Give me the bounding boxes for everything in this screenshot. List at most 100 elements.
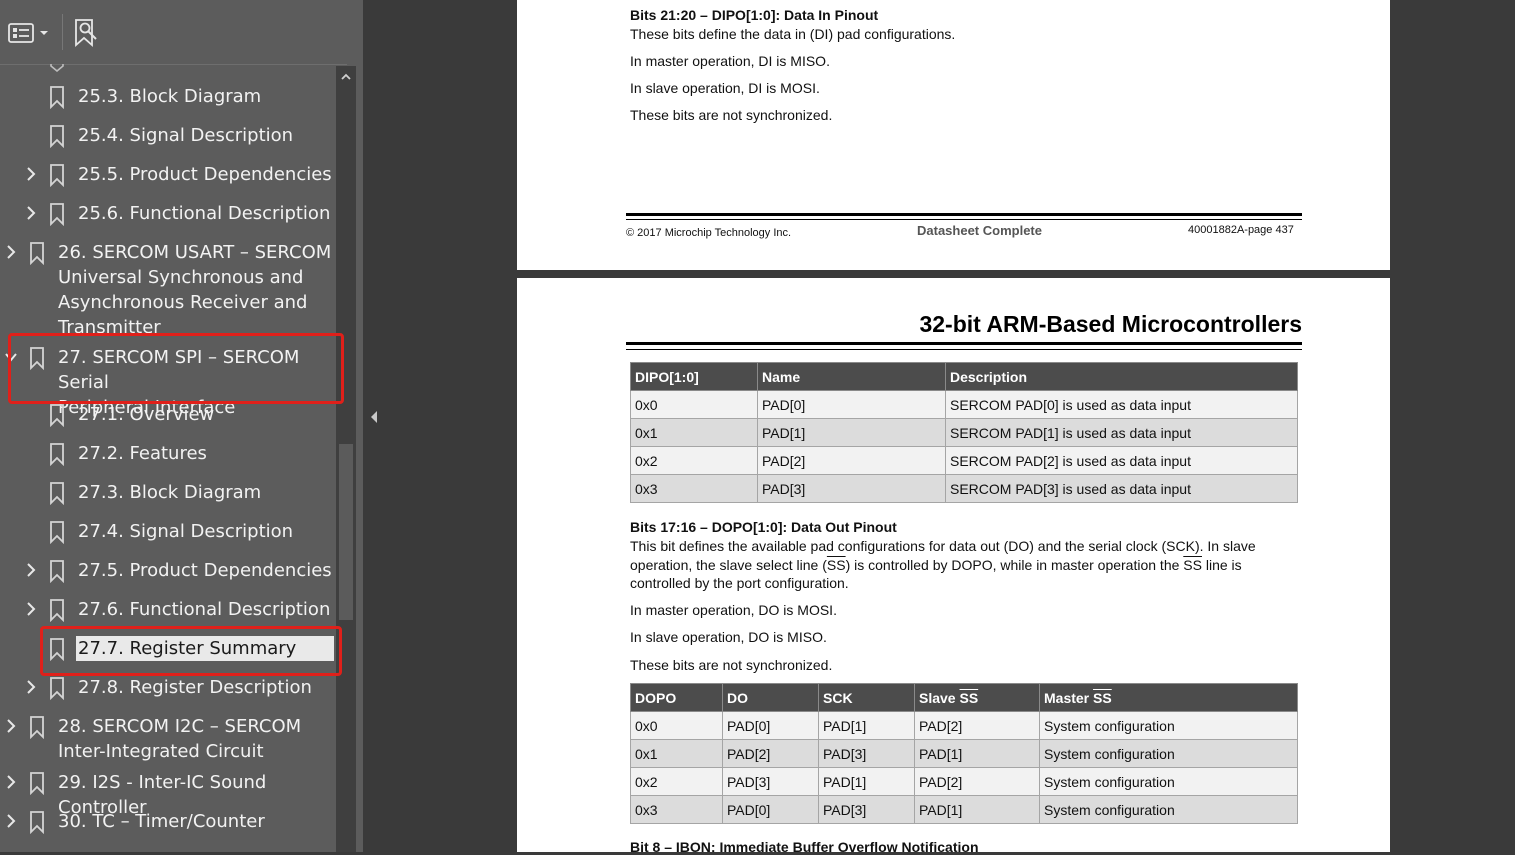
bookmarks-panel: 25.3. Block Diagram 25.4. Signal Descript… [0,0,364,852]
bookmark-label[interactable]: 25.4. Signal Description [78,123,333,148]
bookmark-label[interactable]: 27.7. Register Summary [76,636,334,661]
bookmark-label[interactable]: 25.6. Functional Description [78,201,333,226]
dipo-table: DIPO[1:0] Name Description 0x0 PAD[0] SERC… [630,362,1298,503]
dipo-desc-line: These bits define the data in (DI) pad c… [630,26,956,42]
scrollbar-thumb[interactable] [339,444,353,620]
bookmark-label[interactable]: 25.5. Product Dependencies [78,162,333,187]
table-cell: System configuration [1039,795,1298,824]
bookmark-icon [48,481,66,506]
table-cell: PAD[3] [818,795,915,824]
find-bookmark-button[interactable] [72,16,102,50]
table-cell: System configuration [1039,767,1298,796]
bookmark-icon [48,559,66,584]
chevron-right-icon[interactable] [24,203,38,223]
partial-bookmark-icon [48,64,66,73]
table-cell: PAD[2] [914,767,1040,796]
bookmark-icon [48,637,66,662]
table-header-row: DIPO[1:0] Name Description [630,362,1298,391]
table-row: 0x0 PAD[0] PAD[1] PAD[2] System configuratio… [630,711,1298,740]
bookmark-icon [48,676,66,701]
bookmark-label[interactable]: 25.3. Block Diagram [78,84,333,109]
table-cell: PAD[0] [722,795,819,824]
chevron-right-icon[interactable] [24,599,38,619]
chevron-right-icon[interactable] [24,164,38,184]
table-cell: System configuration [1039,739,1298,768]
chevron-down-icon [40,31,48,35]
dipo-master-line: In master operation, DI is MISO. [630,53,830,69]
table-cell: SERCOM PAD[0] is used as data input [945,390,1298,419]
bookmarks-scrollbar[interactable] [336,66,356,852]
bookmark-label[interactable]: 27.3. Block Diagram [78,480,333,505]
table-cell: 0x2 [630,767,723,796]
table-header-cell: Master SS [1039,683,1298,712]
table-cell: PAD[2] [757,446,946,475]
bookmark-icon [48,442,66,467]
chevron-right-icon[interactable] [24,560,38,580]
bookmark-label[interactable]: 30. TC – Timer/Counter [58,809,333,834]
table-cell: PAD[3] [757,474,946,503]
collapse-left-arrow-icon[interactable] [369,409,379,425]
bookmark-icon [28,715,46,740]
header-rule-thick [626,342,1302,345]
bookmark-label[interactable]: 27.1. Overview [78,402,333,427]
table-row: 0x2 PAD[3] PAD[1] PAD[2] System configuratio… [630,767,1298,796]
table-cell: 0x1 [630,418,758,447]
table-cell: PAD[1] [757,418,946,447]
table-row: 0x1 PAD[2] PAD[3] PAD[1] System configuratio… [630,739,1298,768]
footer-page-number: 40001882A-page 437 [1188,224,1294,236]
dipo-section-heading: Bits 21:20 – DIPO[1:0]: Data In Pinout [630,7,879,23]
bookmark-label[interactable]: 27.8. Register Description [78,675,333,700]
chevron-down-icon[interactable] [4,347,18,367]
table-cell: 0x3 [630,795,723,824]
bookmark-icon [48,403,66,428]
table-cell: PAD[1] [818,711,915,740]
table-header-cell: DO [722,683,819,712]
bookmarks-toolbar [0,0,347,65]
bookmark-label[interactable]: 26. SERCOM USART – SERCOM Universal Sync… [58,240,333,340]
scroll-up-arrow-icon[interactable] [339,70,353,84]
outline-options-button[interactable] [8,16,52,50]
dipo-slave-line: In slave operation, DI is MOSI. [630,80,820,96]
table-row: 0x3 PAD[3] SERCOM PAD[3] is used as data i… [630,474,1298,503]
chevron-right-icon[interactable] [4,811,18,831]
dopo-master-line: In master operation, DO is MOSI. [630,602,837,618]
panel-collapse-handle[interactable] [363,0,385,852]
chevron-right-icon[interactable] [4,242,18,262]
bookmark-icon [48,124,66,149]
table-row: 0x1 PAD[1] SERCOM PAD[1] is used as data i… [630,418,1298,447]
bookmark-label[interactable]: 27.5. Product Dependencies [78,558,333,583]
chevron-right-icon[interactable] [4,716,18,736]
bookmark-icon [28,346,46,371]
bookmark-icon [28,771,46,796]
bookmark-icon [28,810,46,835]
table-cell: System configuration [1039,711,1298,740]
table-header-cell: Slave SS [914,683,1040,712]
table-header-cell: DOPO [630,683,723,712]
table-row: 0x0 PAD[0] SERCOM PAD[0] is used as data i… [630,390,1298,419]
bookmark-label[interactable]: 27.2. Features [78,441,333,466]
table-cell: 0x0 [630,390,758,419]
bookmark-label[interactable]: 27.6. Functional Description [78,597,333,622]
bookmark-label[interactable]: 28. SERCOM I2C – SERCOM Inter-Integrated… [58,714,333,764]
text-span: Master [1044,689,1094,706]
bookmark-icon [48,163,66,188]
ss-signal: SS [1093,689,1112,706]
dopo-desc-line-2: operation, the slave select line (SS) is… [630,556,1242,575]
header-rule-thin [626,349,1302,350]
table-cell: PAD[3] [722,767,819,796]
text-span: Slave [919,689,960,706]
chevron-right-icon[interactable] [4,772,18,792]
bookmark-label[interactable]: 27.4. Signal Description [78,519,333,544]
chevron-right-icon[interactable] [24,677,38,697]
footer-copyright: © 2017 Microchip Technology Inc. [626,227,792,239]
table-cell: 0x0 [630,711,723,740]
dopo-slave-line: In slave operation, DO is MISO. [630,629,827,645]
table-cell: PAD[2] [722,739,819,768]
dopo-table: DOPO DO SCK Slave SS Master SS 0x0 PAD[0]… [630,683,1298,824]
table-header-cell: Description [945,362,1298,391]
toolbar-divider [62,14,63,50]
bookmark-icon [48,598,66,623]
table-cell: SERCOM PAD[2] is used as data input [945,446,1298,475]
ss-signal: SS [959,689,979,706]
ss-signal: SS [826,557,846,573]
